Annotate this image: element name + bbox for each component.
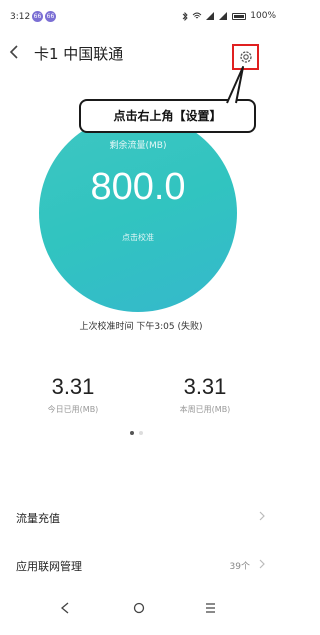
gauge-label: 剩余流量(MB) xyxy=(109,141,167,151)
notification-badge: 66 xyxy=(45,11,56,22)
back-button[interactable] xyxy=(6,40,22,64)
signal-icon xyxy=(206,12,215,20)
list-item-app-network[interactable]: 应用联网管理 39个 xyxy=(0,549,282,581)
system-nav-bar xyxy=(0,596,282,620)
chevron-right-icon xyxy=(259,511,265,521)
gear-icon xyxy=(240,51,252,63)
page-title: 卡1 中国联通 xyxy=(34,45,124,63)
signal-icon xyxy=(219,12,228,20)
circle-home-icon[interactable] xyxy=(133,602,145,614)
chevron-right-icon xyxy=(259,559,265,569)
menu-lines-icon[interactable] xyxy=(205,603,216,613)
stat-label: 本周已用(MB) xyxy=(179,405,231,414)
status-bar: 3:12 66 66 100% xyxy=(0,0,282,34)
last-calibration-text: 上次校准时间 下午3:05 (失败) xyxy=(79,322,203,332)
callout-bubble: 点击右上角【设置】 xyxy=(79,99,256,133)
stat-value: 3.31 xyxy=(51,374,95,399)
calibrate-link[interactable]: 点击校准 xyxy=(39,232,237,243)
page-indicator xyxy=(130,431,143,435)
chevron-left-icon xyxy=(9,45,18,59)
battery-level: 100% xyxy=(250,11,276,21)
callout-pointer xyxy=(226,66,244,104)
stat-value: 3.31 xyxy=(183,374,227,399)
page-dot[interactable] xyxy=(130,431,134,435)
gauge-value: 800.0 xyxy=(90,166,186,208)
bluetooth-icon xyxy=(182,11,188,21)
stat-label: 今日已用(MB) xyxy=(47,405,99,414)
notification-badge: 66 xyxy=(32,11,43,22)
triangle-back-icon[interactable] xyxy=(60,602,70,614)
status-time: 3:12 xyxy=(10,12,31,22)
status-icons: 100% xyxy=(182,11,276,21)
today-usage-stat: 3.31 今日已用(MB) xyxy=(18,374,128,415)
row-label: 应用联网管理 xyxy=(16,560,82,573)
row-count: 39个 xyxy=(229,562,250,572)
battery-icon xyxy=(232,12,247,20)
list-item-recharge[interactable]: 流量充值 xyxy=(0,501,282,533)
row-label: 流量充值 xyxy=(16,512,60,525)
data-remaining-gauge[interactable]: 剩余流量(MB) 800.0 点击校准 xyxy=(39,114,237,312)
page-dot[interactable] xyxy=(139,431,143,435)
week-usage-stat: 3.31 本周已用(MB) xyxy=(150,374,260,415)
wifi-icon xyxy=(192,12,202,19)
